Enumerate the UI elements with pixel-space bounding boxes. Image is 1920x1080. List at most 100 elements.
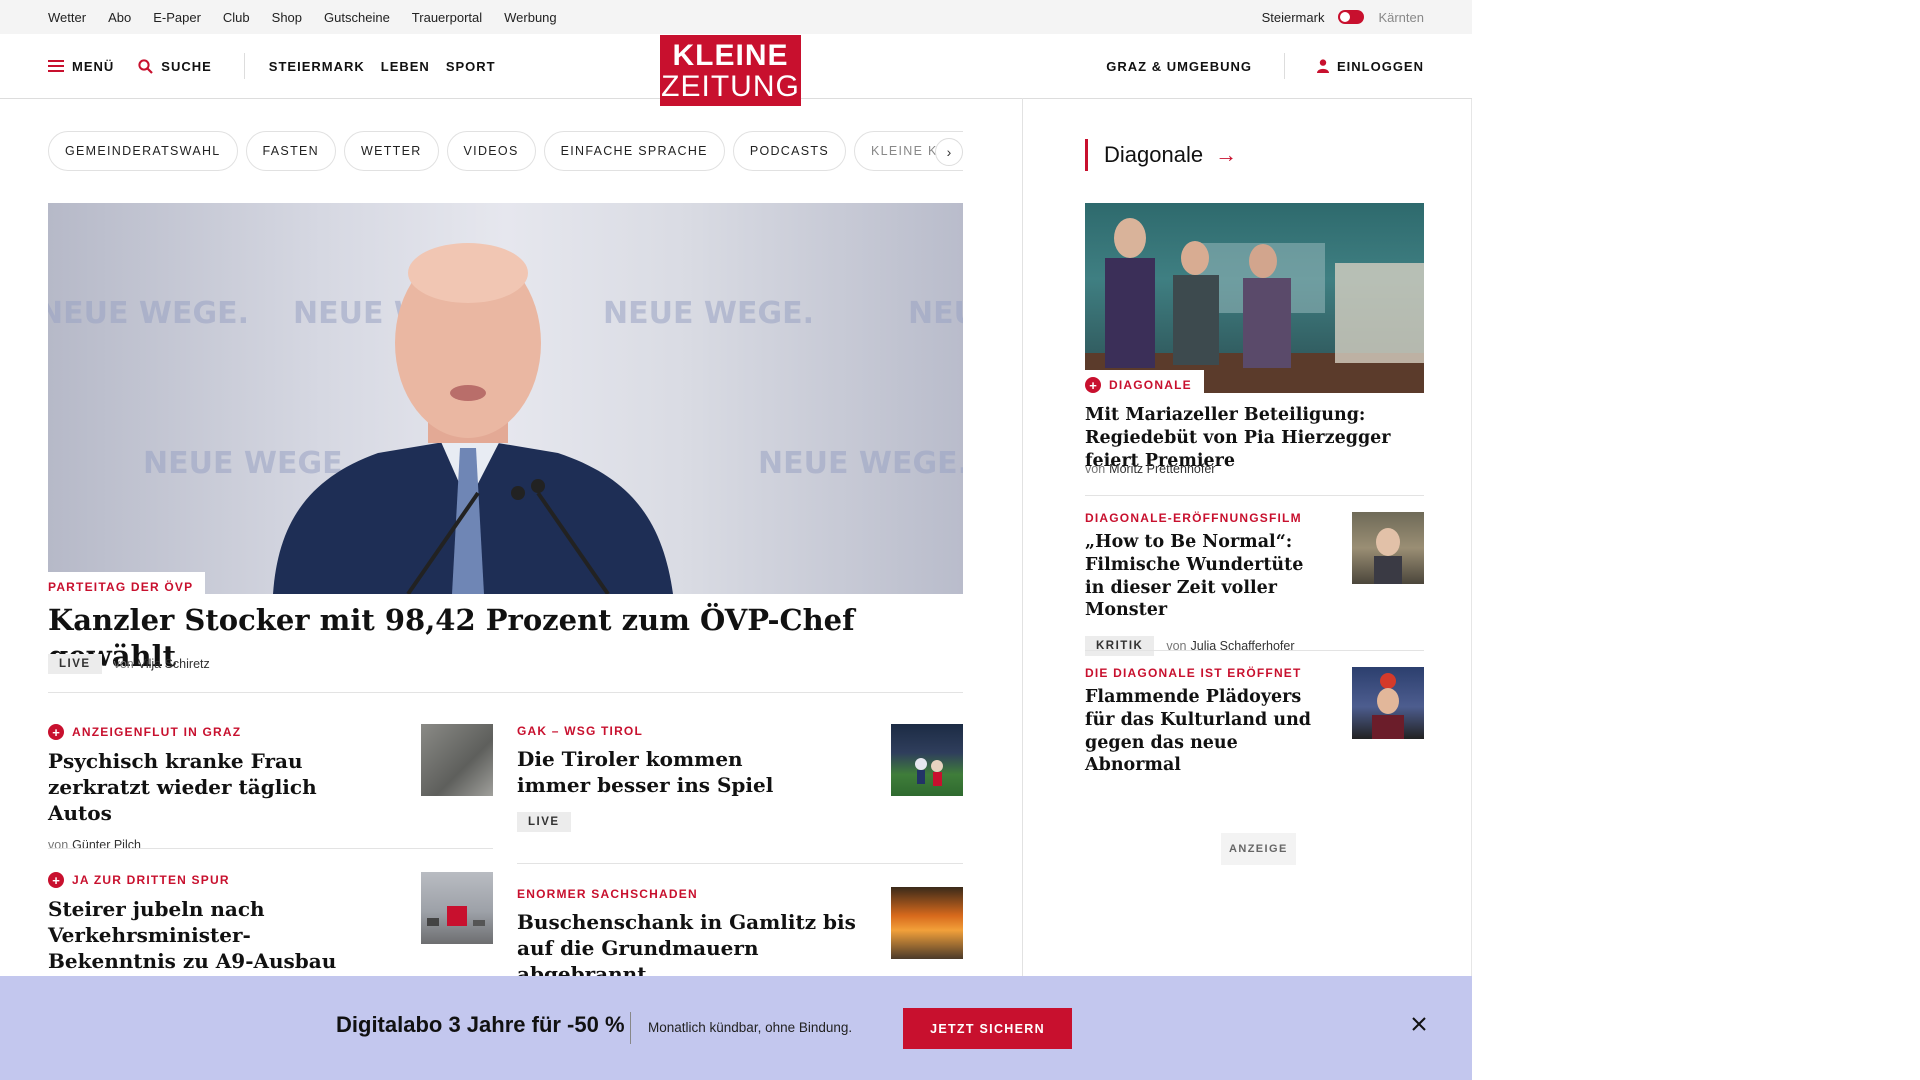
login-button[interactable]: EINLOGGEN <box>1316 58 1424 74</box>
teaser-card[interactable]: + JA ZUR DRITTEN SPUR Steirer jubeln nac… <box>48 872 493 974</box>
divider <box>1085 650 1424 651</box>
live-badge: LIVE <box>48 654 102 674</box>
hero-image[interactable]: NEUE WEGE. NEUE WEGE. NEUE WEGE. NEUE WE… <box>48 203 963 594</box>
close-icon <box>1412 1016 1426 1036</box>
nav-graz-umgebung[interactable]: GRAZ & UMGEBUNG <box>1106 59 1252 74</box>
nav-leben[interactable]: LEBEN <box>381 59 430 74</box>
region-inactive-label[interactable]: Kärnten <box>1378 10 1424 25</box>
region-switch: Steiermark Kärnten <box>1262 0 1424 34</box>
search-button[interactable]: SUCHE <box>138 59 212 74</box>
utility-link-wetter[interactable]: Wetter <box>48 10 86 25</box>
author-name[interactable]: Vilja Schiretz <box>138 657 210 671</box>
banner-title: Digitalabo 3 Jahre für -50 % <box>336 1012 625 1037</box>
nav-sport[interactable]: SPORT <box>446 59 496 74</box>
banner-divider <box>630 1012 631 1044</box>
teaser-thumbnail[interactable] <box>421 724 493 796</box>
plus-icon: + <box>1085 377 1101 393</box>
chevron-right-icon: › <box>946 144 952 160</box>
sidebar-teaser[interactable]: DIAGONALE-ERÖFFNUNGSFILM „How to Be Norm… <box>1085 511 1424 656</box>
banner-close-button[interactable] <box>1407 1014 1431 1038</box>
utility-link-werbung[interactable]: Werbung <box>504 10 557 25</box>
header-divider <box>243 53 245 79</box>
hero-kicker-label: PARTEITAG DER ÖVP <box>48 580 194 594</box>
user-icon <box>1316 59 1329 73</box>
logo-line-2: ZEITUNG <box>661 70 800 103</box>
utility-link-abo[interactable]: Abo <box>108 10 131 25</box>
teaser-headline[interactable]: Die Tiroler kommen immer besser ins Spie… <box>517 746 797 798</box>
utility-links: Wetter Abo E-Paper Club Shop Gutscheine … <box>48 0 579 34</box>
teaser-kicker: DIAGONALE-ERÖFFNUNGSFILM <box>1085 511 1302 525</box>
teaser-meta: von Günter Pilch <box>48 838 493 852</box>
backdrop-text: NEUE WEGE. <box>758 446 963 481</box>
divider <box>48 692 963 693</box>
chip-videos[interactable]: VIDEOS <box>446 131 536 171</box>
subscribe-button[interactable]: JETZT SICHERN <box>903 1008 1072 1049</box>
utility-link-gutscheine[interactable]: Gutscheine <box>324 10 390 25</box>
featured-kicker-row: + DIAGONALE <box>1085 377 1192 393</box>
utility-link-epaper[interactable]: E-Paper <box>153 10 201 25</box>
teaser-headline[interactable]: Flammende Plädoyers für das Kulturland u… <box>1085 686 1325 777</box>
teaser-headline[interactable]: Steirer jubeln nach Verkehrsminister-Bek… <box>48 896 348 974</box>
teaser-thumbnail[interactable] <box>1352 512 1424 584</box>
header-divider-right <box>1283 53 1285 79</box>
teaser-thumbnail[interactable] <box>1352 667 1424 739</box>
teaser-meta: KRITIK von Julia Schafferhofer <box>1085 636 1424 656</box>
teaser-thumbnail[interactable] <box>891 724 963 796</box>
byline-prefix: von <box>48 838 69 852</box>
utility-bar: Wetter Abo E-Paper Club Shop Gutscheine … <box>0 0 1472 34</box>
utility-link-club[interactable]: Club <box>223 10 250 25</box>
sidebar-teaser[interactable]: DIE DIAGONALE IST ERÖFFNET Flammende Plä… <box>1085 666 1424 777</box>
backdrop-text: NEUE WEGE. <box>143 446 354 481</box>
hero-meta: LIVE von Vilja Schiretz <box>48 654 210 674</box>
byline-prefix: von <box>113 657 134 671</box>
teaser-kicker: DIE DIAGONALE IST ERÖFFNET <box>1085 666 1302 680</box>
column-divider <box>1022 98 1023 978</box>
author-name[interactable]: Günter Pilch <box>72 838 141 852</box>
teaser-kicker: ENORMER SACHSCHADEN <box>517 887 698 901</box>
teaser-meta: LIVE <box>517 812 963 832</box>
login-label: EINLOGGEN <box>1336 58 1424 74</box>
nav-steiermark[interactable]: STEIERMARK <box>269 59 365 74</box>
teaser-card[interactable]: + ANZEIGENFLUT IN GRAZ Psychisch kranke … <box>48 724 493 852</box>
chip-wetter[interactable]: WETTER <box>343 131 439 171</box>
featured-meta: von Moritz Prettenhofer <box>1085 462 1215 476</box>
region-toggle[interactable] <box>1338 10 1365 24</box>
author-name[interactable]: Moritz Prettenhofer <box>1109 462 1215 476</box>
teaser-kicker: GAK – WSG TIROL <box>517 724 643 738</box>
diagonale-section-header[interactable]: Diagonale → <box>1085 139 1237 171</box>
search-label: SUCHE <box>161 58 212 74</box>
chip-gemeinderatswahl[interactable]: GEMEINDERATSWAHL <box>48 131 238 171</box>
teaser-thumbnail[interactable] <box>421 872 493 944</box>
subscription-banner: Digitalabo 3 Jahre für -50 % Monatlich k… <box>0 976 1472 1080</box>
backdrop-text: NEUE WEGE. <box>48 296 249 331</box>
featured-image[interactable] <box>1085 203 1424 393</box>
chip-podcasts[interactable]: PODCASTS <box>732 131 846 171</box>
menu-button[interactable]: MENÜ <box>48 59 114 74</box>
utility-link-trauerportal[interactable]: Trauerportal <box>412 10 482 25</box>
topic-chips: GEMEINDERATSWAHL FASTEN WETTER VIDEOS EI… <box>48 131 963 171</box>
hero-kicker: PARTEITAG DER ÖVP <box>48 572 206 596</box>
empty-viewport-area <box>1472 0 1920 1080</box>
live-badge: LIVE <box>517 812 571 832</box>
teaser-kicker: ANZEIGENFLUT IN GRAZ <box>72 725 242 739</box>
teaser-thumbnail[interactable] <box>891 887 963 959</box>
divider <box>517 863 963 864</box>
divider <box>48 848 493 849</box>
kritik-badge: KRITIK <box>1085 636 1155 656</box>
chips-next-button[interactable]: › <box>935 138 963 166</box>
chip-einfache-sprache[interactable]: EINFACHE SPRACHE <box>543 131 725 171</box>
chip-fasten[interactable]: FASTEN <box>245 131 336 171</box>
teaser-card[interactable]: ENORMER SACHSCHADEN Buschenschank in Gam… <box>517 887 963 987</box>
section-title: Diagonale <box>1104 142 1204 167</box>
arrow-right-icon: → <box>1215 142 1238 167</box>
teaser-headline[interactable]: Psychisch kranke Frau zerkratzt wieder t… <box>48 748 368 826</box>
backdrop-text: NEUE WEGE. <box>603 296 814 331</box>
site-logo[interactable]: KLEINE ZEITUNG <box>660 35 801 106</box>
logo-line-1: KLEINE <box>672 39 789 72</box>
region-active-label[interactable]: Steiermark <box>1262 10 1325 25</box>
plus-icon: + <box>48 724 64 740</box>
hamburger-icon <box>48 60 64 72</box>
teaser-headline[interactable]: „How to Be Normal“: Filmische Wundertüte… <box>1085 531 1325 622</box>
teaser-card[interactable]: GAK – WSG TIROL Die Tiroler kommen immer… <box>517 724 963 832</box>
utility-link-shop[interactable]: Shop <box>272 10 302 25</box>
